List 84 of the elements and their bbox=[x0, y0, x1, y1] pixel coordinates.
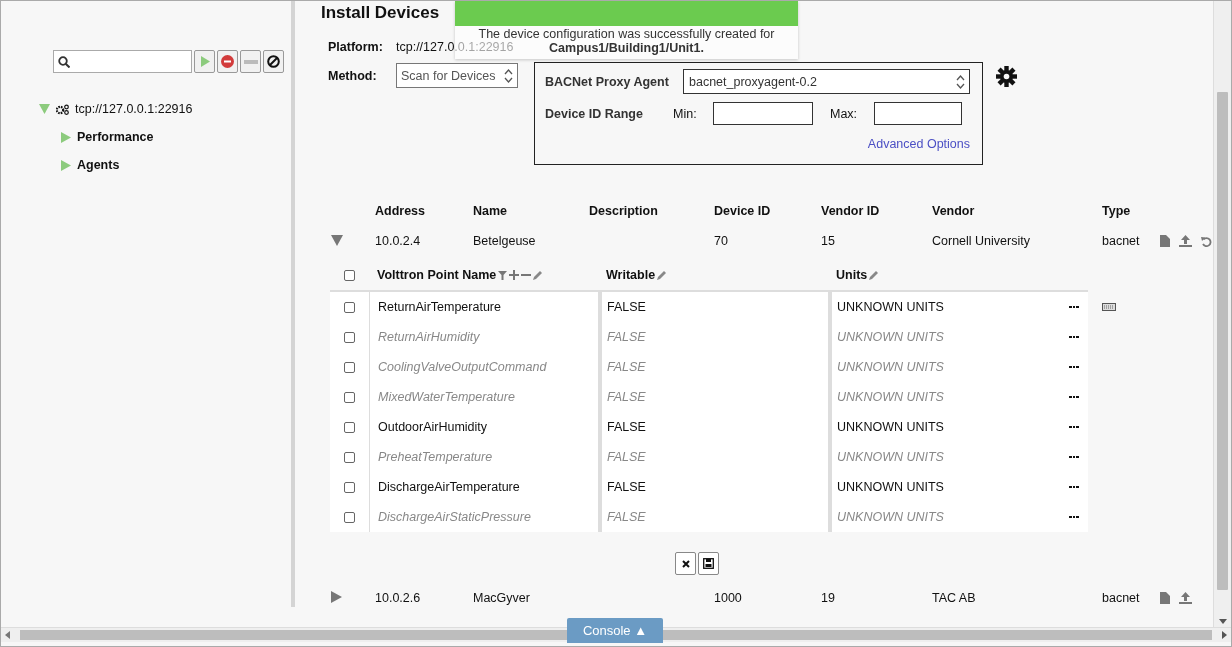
proxy-agent-select[interactable]: bacnet_proxyagent-0.2 bbox=[683, 69, 970, 94]
column-header: Address bbox=[375, 204, 427, 218]
method-select[interactable]: Scan for Devices bbox=[396, 63, 518, 88]
notification-message: The device configuration was successfully created for bbox=[478, 28, 775, 41]
ban-button[interactable] bbox=[263, 50, 284, 73]
cancel-button[interactable] bbox=[675, 552, 696, 575]
collapsed-arrow-icon[interactable] bbox=[331, 591, 342, 603]
upload-icon[interactable] bbox=[1179, 592, 1192, 604]
spinner-icon bbox=[504, 67, 513, 84]
table-cell-text: TAC AB bbox=[932, 591, 977, 605]
column-header: Vendor ID bbox=[821, 204, 881, 218]
column-header: Device ID bbox=[714, 204, 772, 218]
stop-button[interactable] bbox=[217, 50, 238, 73]
table-cell-text: 10.0.2.6 bbox=[375, 591, 422, 605]
more-icon[interactable] bbox=[1069, 425, 1079, 429]
field-label: Platform: bbox=[328, 40, 384, 54]
column-header: Type bbox=[1102, 204, 1132, 218]
upload-icon[interactable] bbox=[1179, 235, 1192, 247]
table-cell: UNKNOWN UNITS bbox=[828, 502, 1060, 532]
plus-icon[interactable] bbox=[509, 270, 520, 280]
column-header: Volttron Point Name bbox=[377, 268, 497, 282]
scroll-down-icon[interactable] bbox=[1218, 619, 1227, 624]
table-cell: FALSE bbox=[598, 502, 828, 532]
filter-icon[interactable] bbox=[498, 270, 508, 280]
checkbox[interactable] bbox=[344, 301, 355, 313]
table-cell-text: 10.0.2.4 bbox=[375, 234, 422, 248]
file-icon[interactable] bbox=[1160, 592, 1170, 604]
pencil-icon[interactable] bbox=[657, 270, 668, 280]
expanded-arrow-icon[interactable] bbox=[331, 235, 343, 246]
max-input-field[interactable] bbox=[874, 102, 962, 125]
checkbox[interactable] bbox=[344, 481, 355, 493]
tree-item[interactable]: Performance bbox=[77, 130, 154, 144]
platform-address: tcp://127.0.0.1:22916 bbox=[396, 40, 514, 54]
field-label: BACNet Proxy Agent bbox=[545, 74, 670, 89]
field-label: Min: bbox=[673, 106, 698, 121]
undo-icon[interactable] bbox=[1201, 235, 1212, 247]
minus-icon bbox=[243, 59, 258, 64]
table-cell-text: Betelgeuse bbox=[473, 234, 537, 248]
save-icon bbox=[703, 558, 714, 569]
table-cell-text: MacGyver bbox=[473, 591, 531, 605]
column-header: Units bbox=[836, 268, 868, 282]
field-label: Device ID Range bbox=[545, 106, 644, 121]
more-icon[interactable] bbox=[1069, 485, 1079, 489]
table-cell-text: 15 bbox=[821, 234, 836, 248]
tree-item[interactable]: tcp://127.0.0.1:22916 bbox=[75, 102, 193, 116]
table-cell-text: Cornell University bbox=[932, 234, 1031, 248]
table-cell: DischargeAirStaticPressure bbox=[369, 502, 598, 532]
min-input-field[interactable] bbox=[713, 102, 813, 125]
search-icon bbox=[58, 55, 70, 68]
column-header: Writable bbox=[606, 268, 656, 282]
scrollbar-thumb[interactable] bbox=[1217, 92, 1228, 590]
close-icon bbox=[681, 559, 690, 568]
gears-icon bbox=[56, 103, 69, 115]
keyboard-icon[interactable] bbox=[1102, 303, 1116, 311]
column-header: Vendor bbox=[932, 204, 976, 218]
scroll-left-icon[interactable] bbox=[5, 631, 10, 639]
table-cell-text: 1000 bbox=[714, 591, 743, 605]
page-title: Install Devices bbox=[321, 2, 440, 24]
notification-detail: Campus1/Building1/Unit1. bbox=[549, 42, 704, 55]
select-all-checkbox[interactable] bbox=[344, 269, 355, 281]
spinner-icon bbox=[956, 73, 965, 90]
tree-item[interactable]: Agents bbox=[77, 158, 120, 172]
field-label: Max: bbox=[830, 106, 859, 121]
play-icon bbox=[199, 56, 210, 67]
scroll-right-icon[interactable] bbox=[1222, 631, 1227, 639]
pencil-icon[interactable] bbox=[533, 270, 544, 280]
checkbox[interactable] bbox=[344, 421, 355, 433]
stop-icon bbox=[221, 55, 234, 68]
column-header: Name bbox=[473, 204, 509, 218]
table-cell-text: bacnet bbox=[1102, 591, 1141, 605]
column-header: Description bbox=[589, 204, 659, 218]
file-icon[interactable] bbox=[1160, 235, 1170, 247]
save-button[interactable] bbox=[698, 552, 719, 575]
table-cell-text: 19 bbox=[821, 591, 836, 605]
ban-icon bbox=[267, 55, 280, 68]
field-label: Method: bbox=[328, 68, 378, 85]
search-field[interactable] bbox=[53, 50, 192, 73]
pencil-icon[interactable] bbox=[869, 270, 880, 280]
advanced-options-link[interactable]: Advanced Options bbox=[867, 137, 970, 151]
more-icon[interactable] bbox=[1069, 305, 1079, 309]
table-cell-text: bacnet bbox=[1102, 234, 1141, 248]
table-cell-text: 70 bbox=[714, 234, 729, 248]
settings-icon[interactable] bbox=[996, 66, 1017, 87]
minus-icon[interactable] bbox=[521, 274, 532, 276]
